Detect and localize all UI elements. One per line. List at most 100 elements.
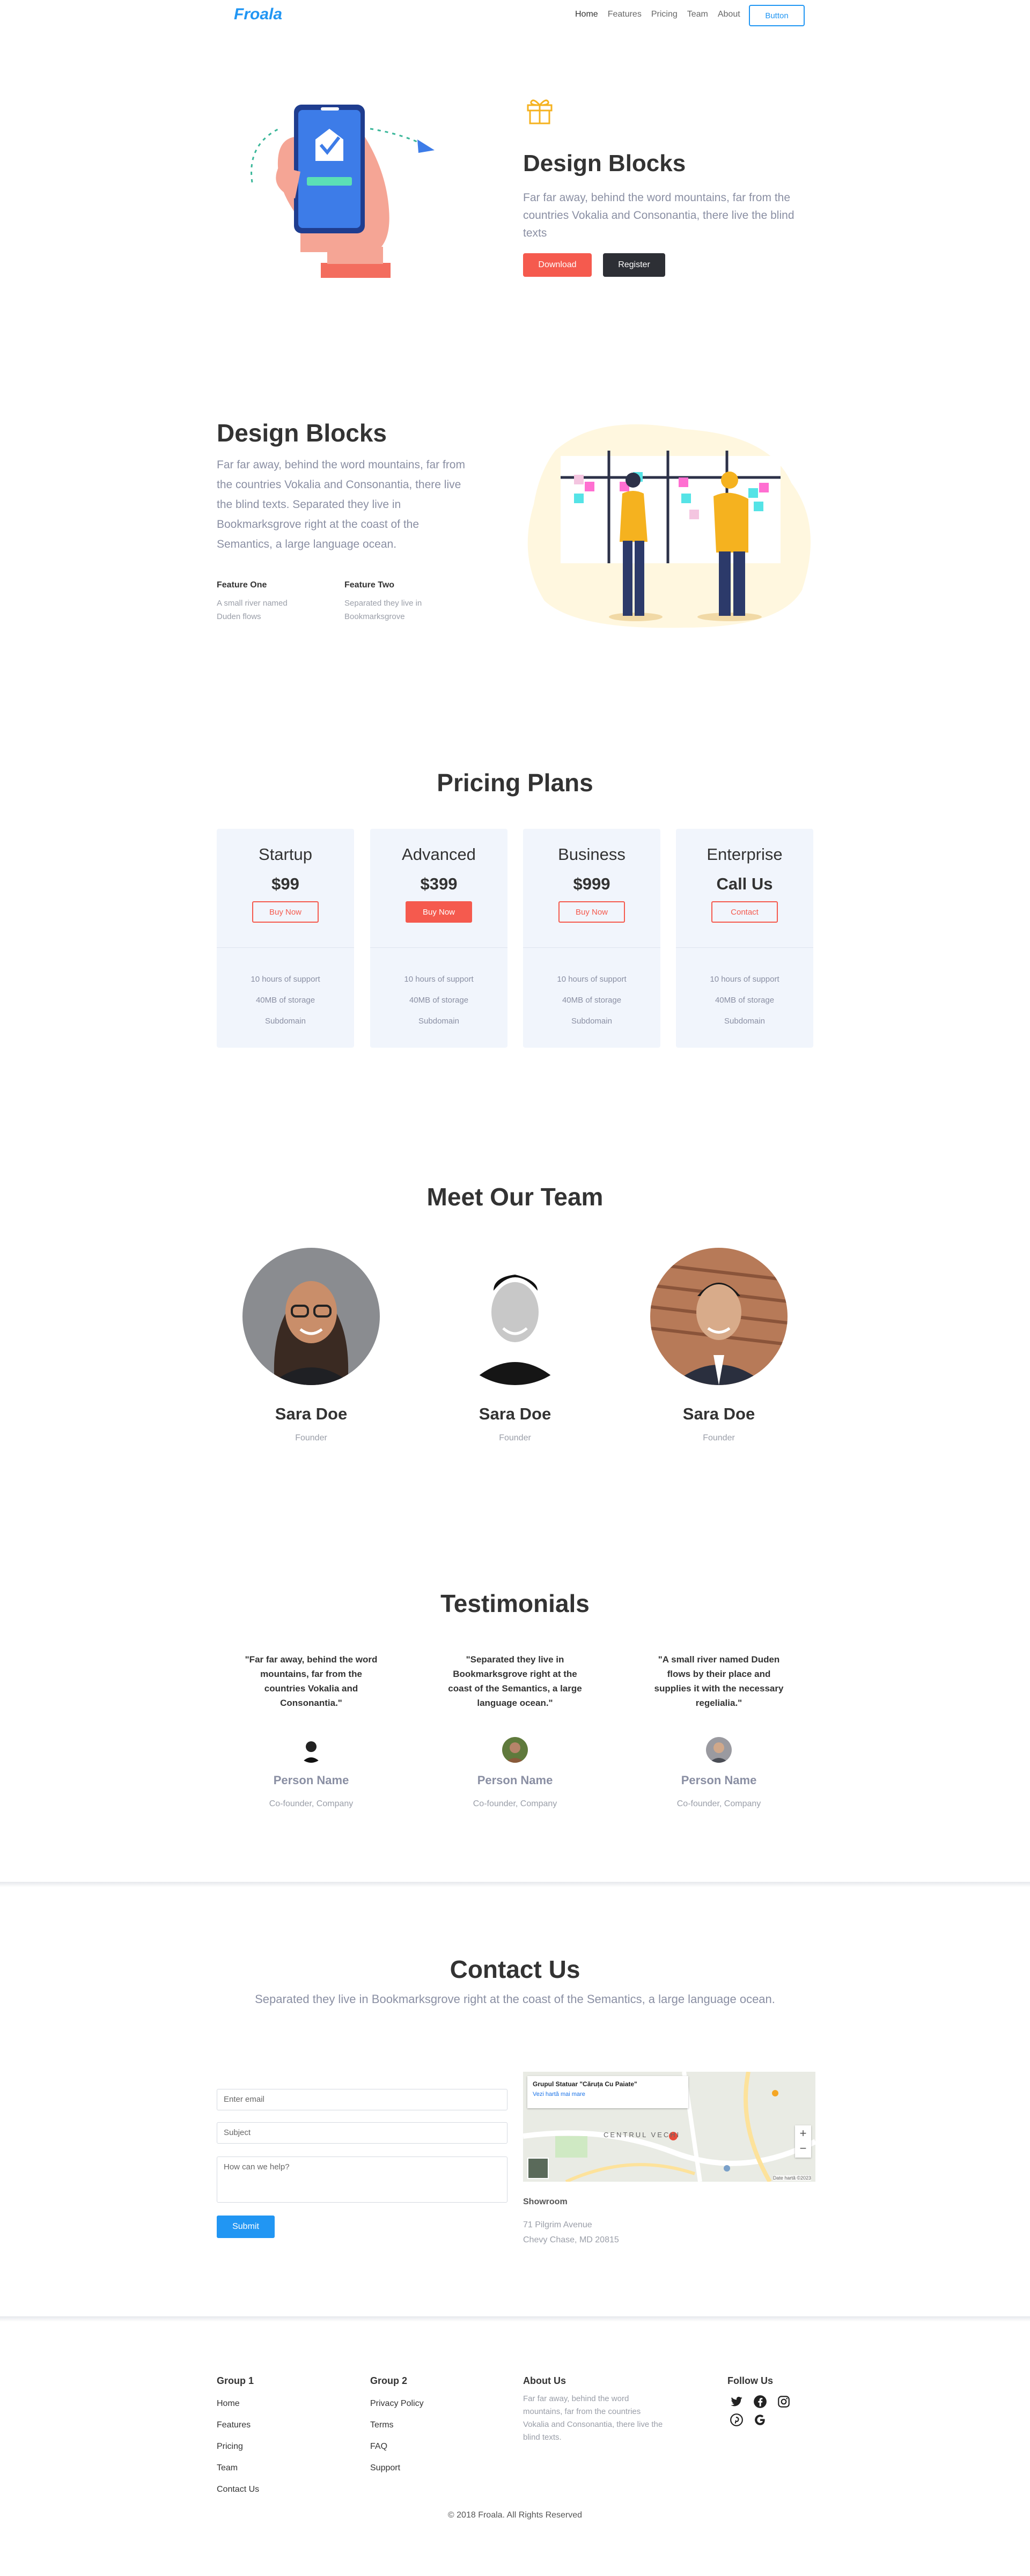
contact-subtitle: Separated they live in Bookmarksgrove ri…: [255, 1992, 775, 2006]
copyright: © 2018 Froala. All Rights Reserved: [447, 2511, 583, 2520]
plan-feature: 40MB of storage: [715, 996, 775, 1005]
plan-name: Business: [558, 845, 626, 864]
showroom-label: Showroom: [523, 2197, 568, 2206]
testimonial-person-role: Co-founder, Company: [676, 1799, 761, 1808]
satellite-toggle[interactable]: [527, 2158, 549, 2179]
address: 71 Pilgrim Avenue Chevy Chase, MD 20815: [523, 2218, 619, 2248]
nav-links: Home Features Pricing Team About: [575, 10, 750, 19]
logo[interactable]: Froala: [234, 5, 282, 24]
twitter-icon[interactable]: [730, 2395, 744, 2409]
testimonial-quote: "A small river named Duden flows by thei…: [654, 1654, 784, 1708]
team-member-photo: [446, 1248, 584, 1385]
buy-now-button[interactable]: Buy Now: [406, 901, 472, 923]
person-avatar: [706, 1737, 732, 1763]
map-info-card: Grupul Statuar "Căruța Cu Paiate" Vezi h…: [527, 2076, 688, 2108]
testimonial-quote: "Far far away, behind the word mountains…: [245, 1654, 378, 1708]
testimonial-person-role: Co-founder, Company: [269, 1799, 354, 1808]
plan-feature: Subdomain: [571, 1017, 612, 1026]
nav-link-about[interactable]: About: [718, 10, 740, 19]
footer-link[interactable]: Privacy Policy: [370, 2399, 424, 2409]
nav-link-home[interactable]: Home: [575, 10, 598, 19]
hero-title: Design Blocks: [523, 150, 686, 176]
plan-feature: 10 hours of support: [404, 975, 474, 984]
google-icon[interactable]: [753, 2413, 767, 2427]
testimonial-person-name: Person Name: [273, 1773, 349, 1787]
person-avatar: [298, 1737, 324, 1763]
footer-link[interactable]: Support: [370, 2463, 400, 2473]
divider: [217, 947, 354, 948]
footer-link[interactable]: Contact Us: [217, 2485, 259, 2494]
plan-feature: Subdomain: [418, 1017, 459, 1026]
divider: [523, 947, 660, 948]
hero-text: Far far away, behind the word mountains,…: [523, 192, 794, 239]
pricing-card-startup: Startup $99 Buy Now 10 hours of support …: [217, 829, 354, 1048]
plan-price: Call Us: [716, 874, 773, 893]
map-place-name: Grupul Statuar "Căruța Cu Paiate": [533, 2080, 637, 2088]
pricing-card-advanced: Advanced $399 Buy Now 10 hours of suppor…: [370, 829, 507, 1048]
team-member-name: Sara Doe: [682, 1404, 755, 1423]
plan-feature: Subdomain: [265, 1017, 306, 1026]
zoom-in-icon[interactable]: +: [795, 2125, 811, 2141]
testimonial-person-name: Person Name: [681, 1773, 757, 1787]
map-district-label: CENTRUL VECHI: [604, 2131, 681, 2139]
divider: [676, 947, 813, 948]
testimonial-person-role: Co-founder, Company: [473, 1799, 557, 1808]
team-member-role: Founder: [499, 1433, 531, 1442]
pricing-card-enterprise: Enterprise Call Us Contact 10 hours of s…: [676, 829, 813, 1048]
team-member-name: Sara Doe: [275, 1404, 348, 1423]
team-member-photo: [650, 1248, 788, 1385]
pinterest-icon[interactable]: [730, 2413, 744, 2427]
plan-feature: 10 hours of support: [251, 975, 320, 984]
feature-one-title: Feature One: [217, 580, 267, 590]
plan-feature: 10 hours of support: [710, 975, 779, 984]
nav-link-team[interactable]: Team: [687, 10, 708, 19]
instagram-icon[interactable]: [777, 2395, 791, 2409]
testimonials-title: Testimonials: [440, 1589, 590, 1617]
footer-link[interactable]: Pricing: [217, 2442, 243, 2452]
features-title: Design Blocks: [217, 419, 387, 447]
team-member-role: Founder: [703, 1433, 735, 1442]
phone-hand-illustration: [251, 105, 435, 278]
plan-price: $99: [271, 874, 299, 893]
plan-name: Enterprise: [707, 845, 783, 864]
nav-link-pricing[interactable]: Pricing: [651, 10, 678, 19]
feature-two-title: Feature Two: [344, 580, 395, 590]
address-line: 71 Pilgrim Avenue: [523, 2220, 592, 2229]
submit-button[interactable]: Submit: [217, 2216, 275, 2238]
buy-now-button[interactable]: Buy Now: [558, 901, 625, 923]
nav-button[interactable]: Button: [749, 5, 805, 26]
footer-group1-title: Group 1: [217, 2375, 254, 2386]
footer-link[interactable]: Home: [217, 2399, 240, 2409]
map-embed[interactable]: Grupul Statuar "Căruța Cu Paiate" Vezi h…: [523, 2072, 815, 2182]
footer-group2-title: Group 2: [370, 2375, 408, 2386]
map-zoom-controls: + −: [795, 2125, 811, 2158]
plan-feature: 10 hours of support: [557, 975, 627, 984]
plan-feature: 40MB of storage: [255, 996, 315, 1005]
plan-feature: 40MB of storage: [409, 996, 469, 1005]
footer-link[interactable]: Terms: [370, 2420, 394, 2430]
zoom-out-icon[interactable]: −: [795, 2141, 811, 2158]
pricing-card-business: Business $999 Buy Now 10 hours of suppor…: [523, 829, 660, 1048]
map-view-larger-link[interactable]: Vezi hartă mai mare: [533, 2091, 683, 2097]
nav-link-features[interactable]: Features: [608, 10, 642, 19]
features-text: Far far away, behind the word mountains,…: [217, 459, 465, 550]
subject-field[interactable]: Subject: [217, 2122, 507, 2144]
register-button[interactable]: Register: [603, 253, 665, 277]
map-attribution: Date hartă ©2023: [772, 2175, 811, 2181]
plan-name: Advanced: [402, 845, 476, 864]
footer-link[interactable]: Team: [217, 2463, 238, 2473]
message-textarea[interactable]: How can we help?: [217, 2157, 507, 2203]
contact-button[interactable]: Contact: [711, 901, 778, 923]
footer-link[interactable]: Features: [217, 2420, 251, 2430]
team-member-role: Founder: [295, 1433, 327, 1442]
buy-now-button[interactable]: Buy Now: [252, 901, 319, 923]
top-navbar: Froala Home Features Pricing Team About …: [0, 0, 1030, 31]
download-button[interactable]: Download: [523, 253, 592, 277]
divider: [370, 947, 507, 948]
pricing-title: Pricing Plans: [437, 769, 593, 797]
footer-link[interactable]: FAQ: [370, 2442, 387, 2452]
contact-title: Contact Us: [450, 1955, 580, 1983]
facebook-icon[interactable]: [753, 2395, 767, 2409]
email-field[interactable]: Enter email: [217, 2089, 507, 2110]
footer-follow-title: Follow Us: [727, 2375, 773, 2386]
